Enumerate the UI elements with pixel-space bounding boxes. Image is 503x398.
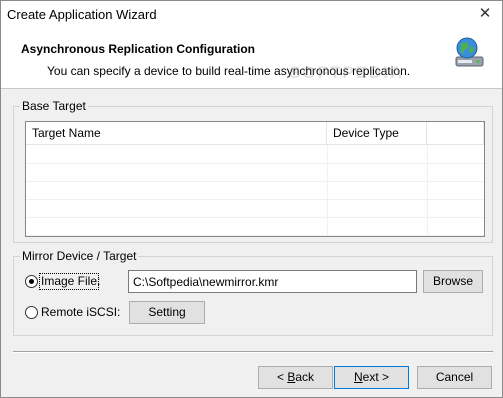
column-header-target-name[interactable]: Target Name xyxy=(26,122,327,145)
table-row xyxy=(26,145,484,164)
column-header-filler xyxy=(427,122,484,145)
wizard-window: Create Application Wizard ✕ Asynchronous… xyxy=(0,0,503,398)
browse-button[interactable]: Browse xyxy=(423,270,483,293)
mirror-group: Mirror Device / Target xyxy=(13,249,493,336)
setting-button[interactable]: Setting xyxy=(129,301,205,324)
table-row xyxy=(26,181,484,200)
title-bar: Create Application Wizard ✕ xyxy=(1,1,502,28)
image-file-label[interactable]: Image File: xyxy=(41,274,100,288)
image-file-path-input[interactable] xyxy=(128,270,417,293)
column-header-device-type[interactable]: Device Type xyxy=(327,122,427,145)
table-row xyxy=(26,163,484,182)
remote-iscsi-label[interactable]: Remote iSCSI: xyxy=(41,305,120,319)
table-row xyxy=(26,217,484,236)
back-prefix: < xyxy=(276,370,288,384)
wizard-header: Asynchronous Replication Configuration Y… xyxy=(1,28,502,89)
next-button[interactable]: Next > xyxy=(334,366,409,389)
back-button[interactable]: < Back xyxy=(258,366,333,389)
base-target-label: Base Target xyxy=(20,99,88,113)
table-row xyxy=(26,199,484,218)
watermark: SOFTPEDIA xyxy=(289,63,405,82)
mirror-group-label: Mirror Device / Target xyxy=(20,249,139,263)
remote-iscsi-radio[interactable] xyxy=(25,306,38,319)
network-drive-globe-icon xyxy=(455,37,484,67)
window-title: Create Application Wizard xyxy=(7,7,157,22)
next-rest: ext > xyxy=(362,370,390,384)
target-table[interactable]: Target Name Device Type xyxy=(25,121,485,237)
column-divider xyxy=(427,145,428,236)
cancel-button[interactable]: Cancel xyxy=(417,366,492,389)
column-divider xyxy=(327,145,328,236)
footer-separator-highlight xyxy=(13,352,493,353)
close-button[interactable]: ✕ xyxy=(468,1,502,28)
back-rest: ack xyxy=(295,370,315,384)
next-mnemonic: N xyxy=(353,370,363,384)
page-title: Asynchronous Replication Configuration xyxy=(21,42,256,56)
image-file-radio[interactable] xyxy=(25,275,38,288)
